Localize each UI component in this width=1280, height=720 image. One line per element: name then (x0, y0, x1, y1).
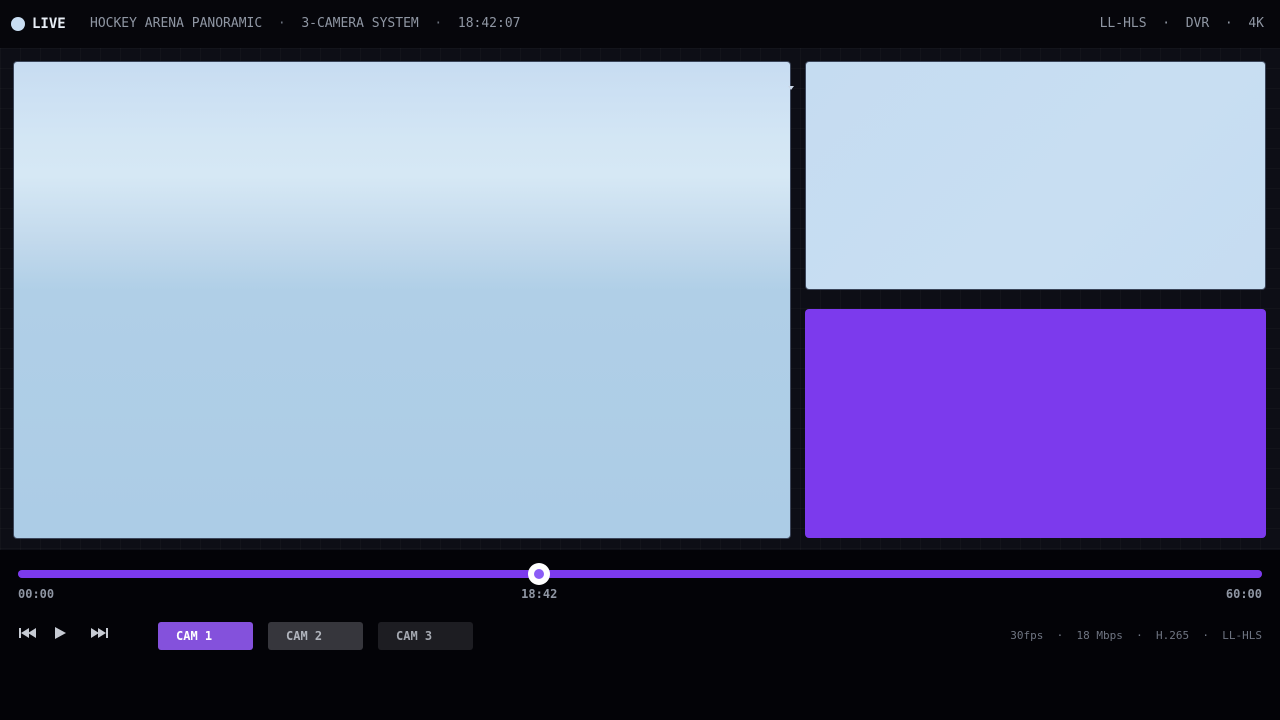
live-indicator-dot (11, 17, 25, 31)
separator: · (1136, 629, 1143, 642)
separator: · (1056, 629, 1064, 642)
play-icon (55, 627, 66, 639)
skip-back-button[interactable] (18, 624, 37, 642)
skip-back-icon (19, 628, 36, 638)
camera-3-view[interactable] (805, 309, 1266, 538)
camera-system-label: 3-CAMERA SYSTEM (301, 16, 419, 31)
live-label: LIVE (32, 16, 66, 32)
badge-dvr: DVR (1185, 16, 1210, 31)
badge-resolution: 4K (1248, 16, 1264, 31)
timeline-track[interactable] (18, 570, 1262, 578)
stream-meta: HOCKEY ARENA PANORAMIC · 3-CAMERA SYSTEM… (90, 16, 521, 32)
cam-1-button[interactable]: CAM 1 (158, 622, 253, 650)
timeline-remaining (539, 570, 1262, 578)
divider-caret-icon (788, 86, 794, 90)
top-bar: LIVE HOCKEY ARENA PANORAMIC · 3-CAMERA S… (0, 0, 1280, 48)
separator: · (1162, 16, 1171, 31)
timeline-progress (18, 570, 540, 578)
timeline-current-time: 18:42 (521, 587, 558, 601)
skip-forward-button[interactable] (90, 624, 109, 642)
separator: · (1224, 16, 1233, 31)
info-codec: H.265 (1156, 629, 1190, 642)
stream-title: HOCKEY ARENA PANORAMIC (90, 16, 263, 31)
play-button[interactable] (53, 624, 67, 642)
skip-forward-icon (91, 628, 108, 638)
info-bitrate: 18 Mbps (1076, 629, 1123, 642)
info-protocol: LL-HLS (1222, 629, 1262, 642)
camera-1-main-view[interactable] (13, 61, 791, 539)
badge-protocol: LL-HLS (1099, 16, 1147, 31)
camera-2-view[interactable] (805, 61, 1266, 290)
cam-3-button[interactable]: CAM 3 (378, 622, 473, 650)
separator: · (277, 16, 286, 31)
scrubber-handle-core (534, 569, 545, 579)
stream-clock: 18:42:07 (457, 16, 521, 31)
separator: · (1202, 629, 1209, 642)
info-framerate: 30fps (1010, 629, 1044, 642)
timeline-start-time: 00:00 (18, 587, 55, 601)
stream-badges: LL-HLS · DVR · 4K (1100, 16, 1264, 32)
stream-info: 30fps · 18 Mbps · H.265 · LL-HLS (1010, 629, 1262, 643)
separator: · (434, 16, 443, 31)
cam-2-button[interactable]: CAM 2 (268, 622, 363, 650)
timeline-end-time: 60:00 (1225, 587, 1262, 601)
